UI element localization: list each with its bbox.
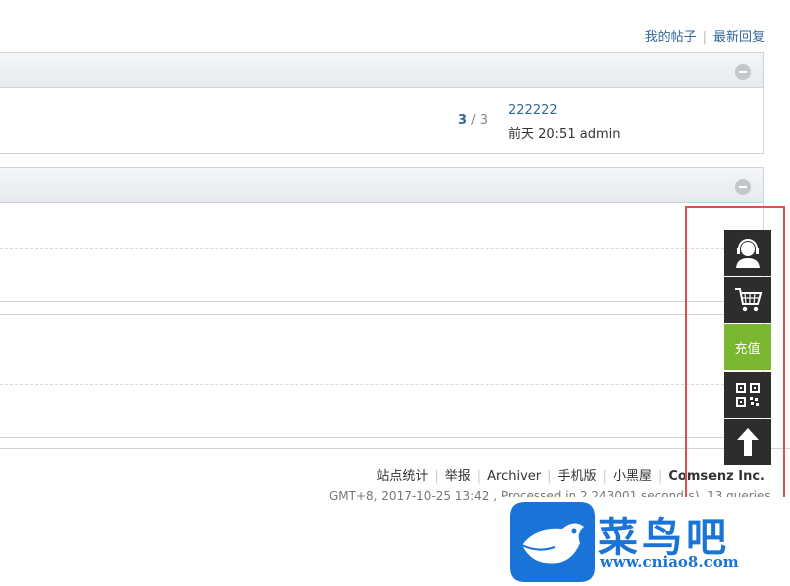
last-post-meta: 前天 20:51 admin (508, 127, 621, 142)
latest-replies-link[interactable]: 最新回复 (713, 30, 765, 45)
footer-link-archiver[interactable]: Archiver (487, 469, 541, 484)
separator: | (547, 469, 552, 484)
footer-link-darkroom[interactable]: 小黑屋 (613, 469, 652, 484)
last-post-link[interactable]: 222222 (508, 103, 558, 118)
customer-service-icon (735, 239, 760, 268)
separator: | (657, 469, 663, 484)
back-to-top-button[interactable] (724, 419, 771, 465)
separator: | (702, 30, 707, 45)
forum-list (0, 314, 764, 438)
forum-list: 3 / 3 222222 前天 20:51 admin (0, 88, 764, 154)
count-separator: / (467, 113, 480, 128)
thread-count: 3 (458, 113, 468, 128)
footer-divider (0, 448, 790, 449)
separator: | (602, 469, 607, 484)
cart-button[interactable] (724, 277, 771, 323)
post-count: 3 (479, 113, 488, 128)
separator: | (476, 469, 482, 484)
back-to-top-icon (736, 428, 759, 456)
collapse-icon[interactable] (735, 64, 751, 80)
separator: | (434, 469, 439, 484)
footer-link-stats[interactable]: 站点统计 (376, 469, 428, 484)
my-posts-link[interactable]: 我的帖子 (645, 30, 697, 45)
top-links: 我的帖子 | 最新回复 (645, 26, 765, 45)
watermark-url: www.cniao8.com (600, 553, 739, 571)
qrcode-button[interactable] (724, 372, 771, 418)
customer-service-button[interactable] (724, 230, 771, 276)
category-header (0, 52, 764, 88)
collapse-icon[interactable] (735, 179, 751, 195)
recharge-button[interactable]: 充值 (724, 324, 771, 370)
qrcode-icon (735, 383, 760, 407)
footer-link-report[interactable]: 举报 (445, 469, 471, 484)
forum-counts: 3 / 3 (458, 113, 488, 128)
category-header (0, 167, 764, 203)
row-divider (0, 384, 764, 385)
forum-list (0, 203, 764, 302)
cart-icon (734, 288, 762, 312)
footer-link-mobile[interactable]: 手机版 (558, 469, 597, 484)
row-divider (0, 248, 764, 249)
